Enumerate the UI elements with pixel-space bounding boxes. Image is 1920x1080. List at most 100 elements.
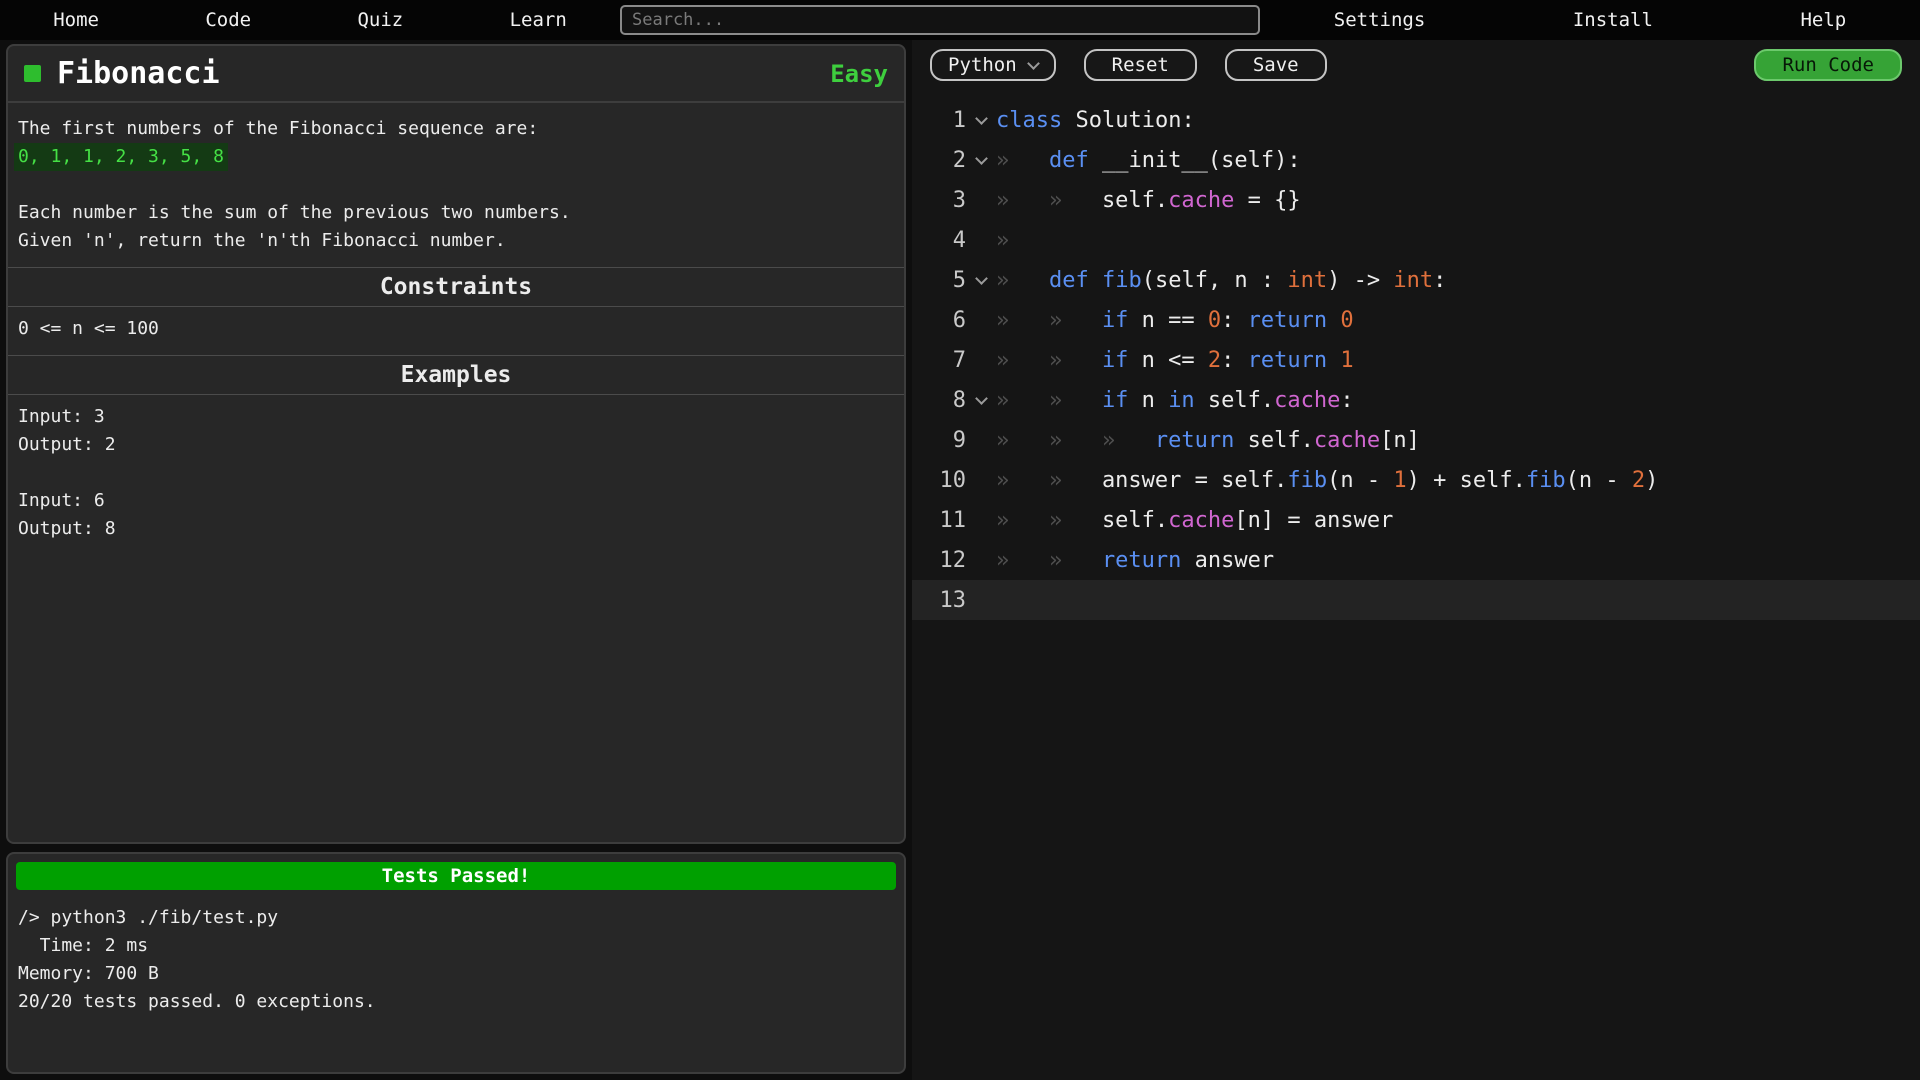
terminal-line: /> python3 ./fib/test.py bbox=[18, 904, 894, 932]
indent-marker-icon: » bbox=[996, 308, 1049, 333]
code-line[interactable]: 11 »»self.cache[n] = answer bbox=[912, 500, 1920, 540]
line-number: 5 bbox=[926, 268, 966, 293]
example-input: Input: 6 bbox=[18, 487, 894, 515]
terminal-output: /> python3 ./fib/test.py Time: 2 ms Memo… bbox=[8, 898, 904, 1022]
line-number: 10 bbox=[926, 468, 966, 493]
indent-marker-icon: » bbox=[996, 348, 1049, 373]
nav-item-quiz[interactable]: Quiz bbox=[357, 9, 403, 31]
run-code-button[interactable]: Run Code bbox=[1754, 49, 1902, 81]
line-number: 4 bbox=[926, 228, 966, 253]
nav-item-install[interactable]: Install bbox=[1573, 9, 1653, 31]
nav-item-learn[interactable]: Learn bbox=[510, 9, 567, 31]
line-number: 7 bbox=[926, 348, 966, 373]
difficulty-square-icon bbox=[24, 65, 41, 82]
code-line[interactable]: 4» bbox=[912, 220, 1920, 260]
line-number: 3 bbox=[926, 188, 966, 213]
indent-marker-icon: » bbox=[996, 508, 1049, 533]
code-text: »def __init__(self): bbox=[996, 148, 1301, 173]
code-line[interactable]: 9 »»»return self.cache[n] bbox=[912, 420, 1920, 460]
code-line[interactable]: 7 »»if n <= 2: return 1 bbox=[912, 340, 1920, 380]
line-number: 13 bbox=[926, 588, 966, 613]
problem-description-1: Each number is the sum of the previous t… bbox=[8, 199, 904, 227]
line-number: 8 bbox=[926, 388, 966, 413]
code-text: »»if n == 0: return 0 bbox=[996, 308, 1354, 333]
problem-description-2: Given 'n', return the 'n'th Fibonacci nu… bbox=[8, 227, 904, 255]
code-text: »»self.cache = {} bbox=[996, 188, 1301, 213]
example-block: Input: 3 Output: 2 bbox=[8, 403, 904, 459]
code-line[interactable]: 2 »def __init__(self): bbox=[912, 140, 1920, 180]
search-input[interactable] bbox=[620, 5, 1260, 35]
indent-marker-icon: » bbox=[996, 268, 1049, 293]
sequence-line: 0, 1, 1, 2, 3, 5, 8 bbox=[8, 143, 904, 171]
code-text: »def fib(self, n : int) -> int: bbox=[996, 268, 1446, 293]
code-line[interactable]: 12 »»return answer bbox=[912, 540, 1920, 580]
indent-marker-icon: » bbox=[996, 548, 1049, 573]
code-line[interactable]: 6 »»if n == 0: return 0 bbox=[912, 300, 1920, 340]
editor-toolbar: Python Reset Save Run Code bbox=[912, 40, 1920, 90]
problem-intro: The first numbers of the Fibonacci seque… bbox=[8, 115, 904, 143]
code-lines: 1class Solution:2»def __init__(self):3»»… bbox=[912, 90, 1920, 620]
code-line[interactable]: 3 »»self.cache = {} bbox=[912, 180, 1920, 220]
constraints-heading: Constraints bbox=[8, 267, 904, 307]
indent-marker-icon: » bbox=[1049, 308, 1102, 333]
tests-panel: Tests Passed! /> python3 ./fib/test.py T… bbox=[6, 852, 906, 1074]
code-text: »»answer = self.fib(n - 1) + self.fib(n … bbox=[996, 468, 1658, 493]
fold-chevron-icon[interactable] bbox=[966, 118, 996, 123]
code-text: » bbox=[996, 228, 1049, 253]
fold-chevron-icon[interactable] bbox=[966, 158, 996, 163]
line-number: 2 bbox=[926, 148, 966, 173]
code-text: »»if n <= 2: return 1 bbox=[996, 348, 1354, 373]
fold-chevron-icon[interactable] bbox=[966, 398, 996, 403]
examples-heading: Examples bbox=[8, 355, 904, 395]
constraints-value: 0 <= n <= 100 bbox=[8, 315, 904, 343]
indent-marker-icon: » bbox=[1102, 428, 1155, 453]
code-line[interactable]: 8 »»if n in self.cache: bbox=[912, 380, 1920, 420]
indent-marker-icon: » bbox=[1049, 388, 1102, 413]
code-text: »»return answer bbox=[996, 548, 1274, 573]
indent-marker-icon: » bbox=[996, 148, 1049, 173]
indent-marker-icon: » bbox=[1049, 188, 1102, 213]
language-select[interactable]: Python bbox=[930, 49, 1056, 81]
line-number: 6 bbox=[926, 308, 966, 333]
problem-title: Fibonacci bbox=[57, 56, 220, 91]
save-button[interactable]: Save bbox=[1225, 49, 1327, 81]
nav-left-group: Home Code Quiz Learn bbox=[0, 9, 620, 31]
code-line[interactable]: 10 »»answer = self.fib(n - 1) + self.fib(… bbox=[912, 460, 1920, 500]
nav-item-home[interactable]: Home bbox=[53, 9, 99, 31]
top-navbar: Home Code Quiz Learn Settings Install He… bbox=[0, 0, 1920, 40]
terminal-line: Time: 2 ms bbox=[18, 932, 894, 960]
code-line[interactable]: 1class Solution: bbox=[912, 100, 1920, 140]
example-output: Output: 8 bbox=[18, 515, 894, 543]
nav-right-group: Settings Install Help bbox=[1260, 9, 1920, 31]
indent-marker-icon: » bbox=[996, 388, 1049, 413]
indent-marker-icon: » bbox=[996, 468, 1049, 493]
example-output: Output: 2 bbox=[18, 431, 894, 459]
reset-button[interactable]: Reset bbox=[1084, 49, 1197, 81]
difficulty-badge: Easy bbox=[830, 60, 888, 88]
nav-item-settings[interactable]: Settings bbox=[1334, 9, 1426, 31]
indent-marker-icon: » bbox=[996, 188, 1049, 213]
indent-marker-icon: » bbox=[1049, 548, 1102, 573]
line-number: 11 bbox=[926, 508, 966, 533]
line-number: 9 bbox=[926, 428, 966, 453]
nav-item-code[interactable]: Code bbox=[205, 9, 251, 31]
chevron-down-icon bbox=[1027, 57, 1040, 70]
tests-passed-banner: Tests Passed! bbox=[16, 862, 896, 890]
indent-marker-icon: » bbox=[1049, 508, 1102, 533]
code-text: »»if n in self.cache: bbox=[996, 388, 1354, 413]
nav-item-help[interactable]: Help bbox=[1800, 9, 1846, 31]
terminal-line: 20/20 tests passed. 0 exceptions. bbox=[18, 988, 894, 1016]
code-line[interactable]: 13 bbox=[912, 580, 1920, 620]
code-line[interactable]: 5 »def fib(self, n : int) -> int: bbox=[912, 260, 1920, 300]
fibonacci-sequence: 0, 1, 1, 2, 3, 5, 8 bbox=[14, 143, 228, 171]
example-block: Input: 6 Output: 8 bbox=[8, 487, 904, 543]
indent-marker-icon: » bbox=[1049, 348, 1102, 373]
language-label: Python bbox=[948, 54, 1017, 76]
fold-chevron-icon[interactable] bbox=[966, 278, 996, 283]
code-text: »»»return self.cache[n] bbox=[996, 428, 1420, 453]
indent-marker-icon: » bbox=[1049, 428, 1102, 453]
problem-header: Fibonacci Easy bbox=[8, 46, 904, 103]
indent-marker-icon: » bbox=[996, 228, 1049, 253]
code-text: »»self.cache[n] = answer bbox=[996, 508, 1393, 533]
line-number: 12 bbox=[926, 548, 966, 573]
